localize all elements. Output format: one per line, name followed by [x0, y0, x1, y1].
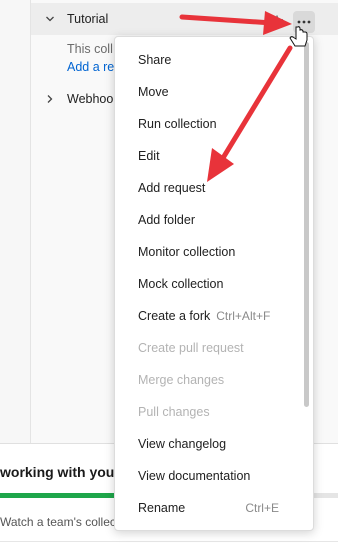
- menu-item-label: Rename: [138, 501, 186, 515]
- menu-item-merge-changes[interactable]: Merge changes: [115, 364, 301, 396]
- menu-item-shortcut: Ctrl+Alt+F: [216, 309, 271, 323]
- left-sidebar-strip: [0, 0, 31, 443]
- menu-item-run-collection[interactable]: Run collection: [115, 108, 301, 140]
- menu-item-monitor-collection[interactable]: Monitor collection: [115, 236, 301, 268]
- menu-item-label: Merge changes: [138, 373, 225, 387]
- menu-item-label: Edit: [138, 149, 160, 163]
- menu-item-label: Monitor collection: [138, 245, 236, 259]
- more-horizontal-icon[interactable]: [293, 11, 315, 33]
- menu-item-edit[interactable]: Edit: [115, 140, 301, 172]
- menu-item-shortcut: Ctrl+E: [245, 501, 279, 515]
- menu-item-view-changelog[interactable]: View changelog: [115, 428, 301, 460]
- promo-subtitle[interactable]: Watch a team's collec: [0, 515, 116, 529]
- collection-name: Tutorial: [67, 12, 109, 26]
- chevron-right-icon[interactable]: [45, 94, 55, 104]
- collection-context-menu: Share Move Run collection Edit Add request Ad…: [114, 36, 314, 531]
- collection-description-link[interactable]: Add a re: [67, 59, 114, 75]
- chevron-down-icon[interactable]: [45, 14, 55, 24]
- menu-item-add-request[interactable]: Add request: [115, 172, 301, 204]
- menu-scrollbar[interactable]: [304, 42, 309, 407]
- menu-item-label: Add folder: [138, 213, 195, 227]
- menu-item-add-folder[interactable]: Add folder: [115, 204, 301, 236]
- menu-item-label: View documentation: [138, 469, 251, 483]
- menu-item-pull-changes[interactable]: Pull changes: [115, 396, 301, 428]
- menu-item-move[interactable]: Move: [115, 76, 301, 108]
- menu-item-label: Create a fork: [138, 309, 211, 323]
- menu-item-create-a-fork[interactable]: Create a fork Ctrl+Alt+F: [115, 300, 301, 332]
- menu-item-create-pull-request[interactable]: Create pull request: [115, 332, 301, 364]
- collection-row-tutorial[interactable]: Tutorial: [31, 3, 338, 35]
- status-bar: [0, 541, 338, 552]
- menu-item-view-documentation[interactable]: View documentation: [115, 460, 301, 492]
- collection-name: Webhoo: [67, 92, 114, 106]
- menu-item-label: Create pull request: [138, 341, 244, 355]
- menu-item-label: Add request: [138, 181, 206, 195]
- menu-item-rename[interactable]: Rename Ctrl+E: [115, 492, 301, 524]
- menu-item-label: Share: [138, 53, 172, 67]
- promo-progress-fill: [0, 493, 119, 498]
- menu-item-label: Pull changes: [138, 405, 210, 419]
- menu-item-label: View changelog: [138, 437, 227, 451]
- collection-description: This coll: [67, 42, 113, 56]
- star-icon[interactable]: [270, 14, 284, 30]
- menu-item-share[interactable]: Share: [115, 44, 301, 76]
- menu-item-label: Mock collection: [138, 277, 224, 291]
- menu-item-label: Run collection: [138, 117, 217, 131]
- promo-title: working with your: [0, 464, 120, 480]
- menu-item-mock-collection[interactable]: Mock collection: [115, 268, 301, 300]
- menu-item-label: Move: [138, 85, 169, 99]
